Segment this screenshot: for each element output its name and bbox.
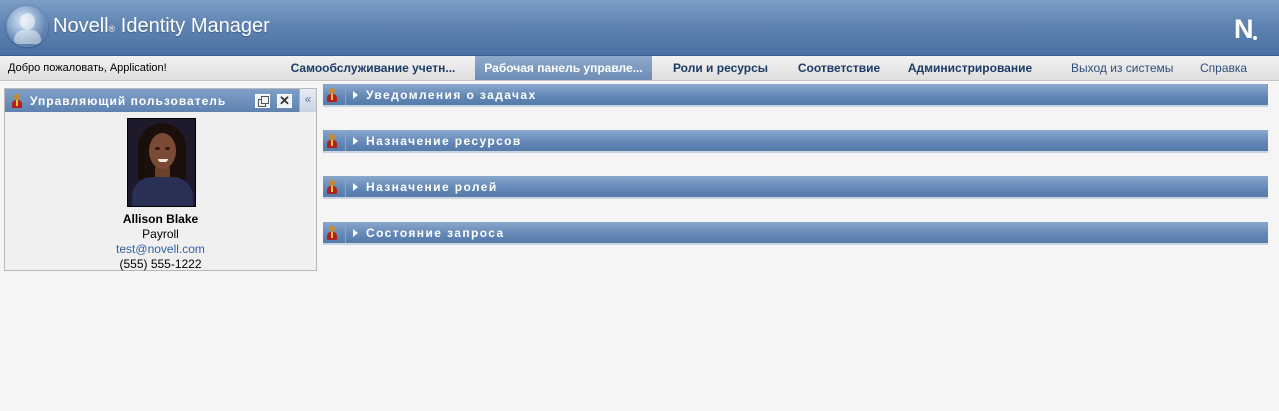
user-icon <box>326 226 338 240</box>
main-nav: Добро пожаловать, Application! Самообслу… <box>0 56 1279 81</box>
tab-dashboard[interactable]: Рабочая панель управле... <box>475 56 652 80</box>
app-title: Novell® Identity Manager <box>53 15 270 38</box>
tab-administration[interactable]: Администрирование <box>901 56 1039 80</box>
expand-triangle-icon[interactable] <box>353 137 358 145</box>
section-title: Назначение ресурсов <box>366 134 522 148</box>
product-brand: Novell <box>53 15 109 37</box>
section-resource-assignments[interactable]: Назначение ресурсов <box>323 130 1268 153</box>
help-link[interactable]: Справка <box>1200 56 1247 80</box>
product-title: Identity Manager <box>115 15 270 37</box>
welcome-text: Добро пожаловать, Application! <box>8 62 167 74</box>
section-title: Состояние запроса <box>366 226 505 240</box>
expand-triangle-icon[interactable] <box>353 183 358 191</box>
logout-link[interactable]: Выход из системы <box>1071 56 1173 80</box>
section-title: Назначение ролей <box>366 180 498 194</box>
section-role-assignments[interactable]: Назначение ролей <box>323 176 1268 199</box>
section-title: Уведомления о задачах <box>366 88 537 102</box>
user-icon <box>326 180 338 194</box>
section-task-notifications[interactable]: Уведомления о задачах <box>323 84 1268 107</box>
novell-n-logo: N <box>1234 14 1256 44</box>
close-icon[interactable]: ✕ <box>277 94 292 108</box>
restore-icon[interactable] <box>255 94 270 108</box>
app-header: Novell® Identity Manager N <box>0 0 1279 56</box>
section-request-status[interactable]: Состояние запроса <box>323 222 1268 245</box>
user-photo <box>127 118 196 207</box>
manager-portlet: Управляющий пользователь ✕ « Allison Bla… <box>4 88 317 271</box>
portlet-title: Управляющий пользователь <box>30 94 227 108</box>
tab-roles-resources[interactable]: Роли и ресурсы <box>664 56 777 80</box>
portlet-header: Управляющий пользователь ✕ « <box>5 89 316 112</box>
expand-triangle-icon[interactable] <box>353 91 358 99</box>
person-phone: (555) 555-1222 <box>119 257 202 271</box>
person-department: Payroll <box>142 227 179 241</box>
user-icon <box>11 94 23 108</box>
collapse-left-icon[interactable]: « <box>299 89 316 112</box>
expand-triangle-icon[interactable] <box>353 229 358 237</box>
user-logo-icon <box>6 5 48 47</box>
person-name: Allison Blake <box>122 212 199 226</box>
user-icon <box>326 88 338 102</box>
person-email-link[interactable]: test@novell.com <box>5 242 316 256</box>
tab-self-service[interactable]: Самообслуживание учетн... <box>283 56 463 80</box>
tab-compliance[interactable]: Соответствие <box>789 56 889 80</box>
user-icon <box>326 134 338 148</box>
